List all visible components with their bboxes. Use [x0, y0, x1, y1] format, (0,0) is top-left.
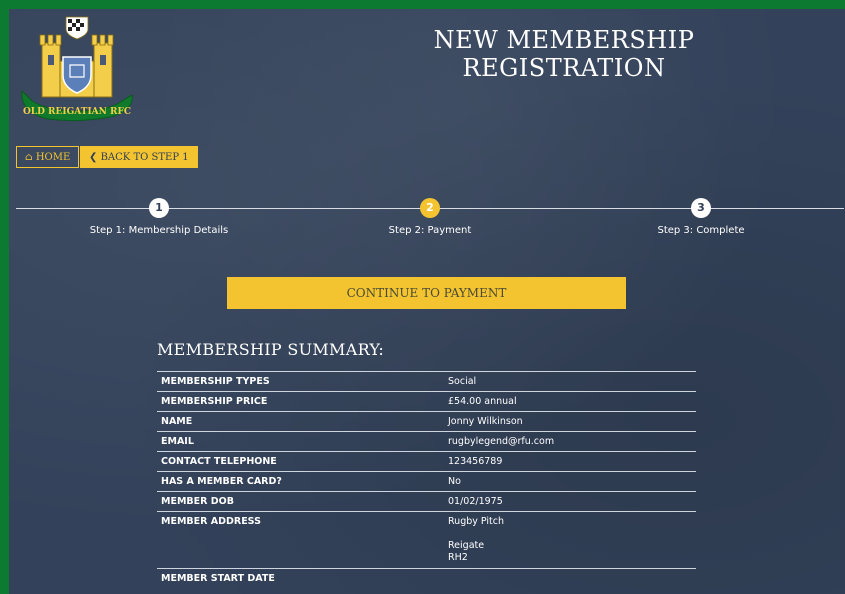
row-value: No [448, 476, 461, 487]
step-1-number: 1 [149, 198, 169, 218]
summary-row: MEMBER DOB 01/02/1975 [157, 492, 696, 512]
summary-row: NAME Jonny Wilkinson [157, 412, 696, 432]
summary-row-address: MEMBER ADDRESS Rugby Pitch Reigate RH2 [157, 512, 696, 569]
row-value: rugbylegend@rfu.com [448, 436, 555, 447]
address-line-1: Rugby Pitch [448, 516, 505, 527]
club-crest-logo: OLD REIGATIAN RFC [21, 16, 133, 122]
summary-row-start-date: MEMBER START DATE [157, 569, 696, 588]
step-1: 1 Step 1: Membership Details [39, 198, 279, 236]
row-label: MEMBER DOB [161, 496, 234, 507]
page-title: NEW MEMBERSHIP REGISTRATION [433, 26, 695, 82]
home-label: HOME [35, 152, 71, 163]
step-3-label: Step 3: Complete [657, 225, 745, 236]
back-label: BACK TO STEP 1 [100, 152, 189, 163]
row-value: £54.00 annual [448, 396, 517, 407]
row-label: MEMBERSHIP PRICE [161, 396, 268, 407]
chevron-left-icon: ❮ [89, 152, 98, 163]
summary-row: MEMBERSHIP TYPES Social [157, 372, 696, 392]
continue-to-payment-button[interactable]: CONTINUE TO PAYMENT [227, 277, 626, 309]
page-panel: OLD REIGATIAN RFC NEW MEMBERSHIP REGISTR… [9, 9, 845, 594]
row-value: 123456789 [448, 456, 503, 467]
summary-row: HAS A MEMBER CARD? No [157, 472, 696, 492]
row-value: Social [448, 376, 477, 387]
summary-row: CONTACT TELEPHONE 123456789 [157, 452, 696, 472]
back-to-step-1-button[interactable]: ❮ BACK TO STEP 1 [80, 146, 198, 168]
step-2: 2 Step 2: Payment [310, 198, 550, 236]
row-label: EMAIL [161, 436, 194, 447]
step-3-number: 3 [691, 198, 711, 218]
row-value: 01/02/1975 [448, 496, 503, 507]
row-label: NAME [161, 416, 193, 427]
address-line-3: RH2 [448, 552, 468, 563]
row-label: MEMBER ADDRESS [161, 516, 261, 527]
home-icon: ⌂ [25, 152, 33, 163]
row-label: CONTACT TELEPHONE [161, 456, 277, 467]
step-1-label: Step 1: Membership Details [89, 225, 229, 236]
address-line-2: Reigate [448, 540, 485, 551]
home-button[interactable]: ⌂ HOME [16, 146, 80, 168]
row-label: MEMBERSHIP TYPES [161, 376, 270, 387]
row-value: Jonny Wilkinson [448, 416, 523, 427]
step-2-number: 2 [420, 198, 440, 218]
summary-title: MEMBERSHIP SUMMARY: [157, 340, 385, 359]
row-label: HAS A MEMBER CARD? [161, 476, 282, 487]
summary-row: EMAIL rugbylegend@rfu.com [157, 432, 696, 452]
summary-row: MEMBERSHIP PRICE £54.00 annual [157, 392, 696, 412]
membership-summary-table: MEMBERSHIP TYPES Social MEMBERSHIP PRICE… [157, 371, 696, 588]
row-label: MEMBER START DATE [161, 573, 275, 584]
step-3: 3 Step 3: Complete [581, 198, 821, 236]
step-2-label: Step 2: Payment [388, 225, 472, 236]
logo-text: OLD REIGATIAN RFC [23, 107, 131, 117]
address-value: Rugby Pitch Reigate RH2 [448, 512, 696, 568]
